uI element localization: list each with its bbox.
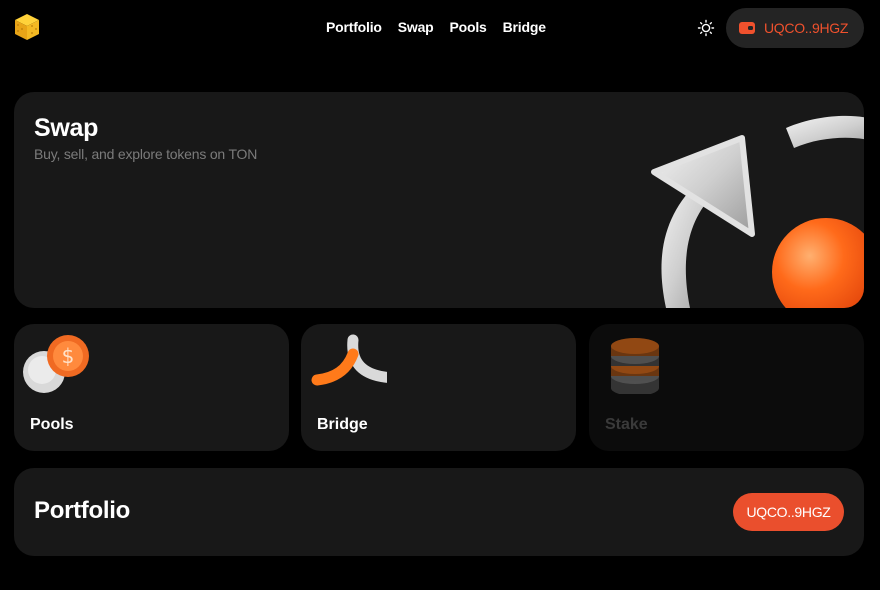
- main-nav: Portfolio Swap Pools Bridge: [326, 19, 546, 35]
- swap-arrow-illustration: [651, 115, 864, 308]
- sun-icon[interactable]: [697, 19, 715, 37]
- nav-swap[interactable]: Swap: [398, 19, 434, 35]
- stake-card[interactable]: Stake: [589, 324, 864, 451]
- swap-title: Swap: [34, 114, 99, 142]
- nav-pools[interactable]: Pools: [450, 19, 487, 35]
- bridge-card[interactable]: Bridge: [301, 324, 576, 451]
- stake-label: Stake: [605, 416, 648, 433]
- pools-card[interactable]: $ Pools: [14, 324, 289, 451]
- portfolio-card[interactable]: Portfolio UQCO..9HGZ: [14, 468, 864, 556]
- bridge-label: Bridge: [317, 416, 368, 433]
- swap-card[interactable]: Swap Buy, sell, and explore tokens on TO…: [14, 92, 864, 308]
- portfolio-address-button[interactable]: UQCO..9HGZ: [733, 493, 844, 531]
- nav-bridge[interactable]: Bridge: [503, 19, 546, 35]
- swap-subtitle: Buy, sell, and explore tokens on TON: [34, 146, 258, 162]
- nav-portfolio[interactable]: Portfolio: [326, 19, 382, 35]
- stacked-coins-icon: [611, 338, 659, 394]
- pools-label: Pools: [30, 416, 74, 433]
- wallet-button[interactable]: UQCO..9HGZ: [726, 8, 864, 48]
- coins-icon: $: [23, 335, 89, 393]
- portfolio-title: Portfolio: [34, 497, 130, 524]
- svg-text:$: $: [62, 344, 75, 368]
- bridge-icon: [311, 334, 387, 386]
- wallet-icon: [739, 22, 755, 34]
- header: Portfolio Swap Pools Bridge UQCO..9HGZ: [0, 0, 880, 56]
- wallet-address: UQCO..9HGZ: [764, 20, 849, 36]
- cube-logo-icon[interactable]: [12, 12, 42, 42]
